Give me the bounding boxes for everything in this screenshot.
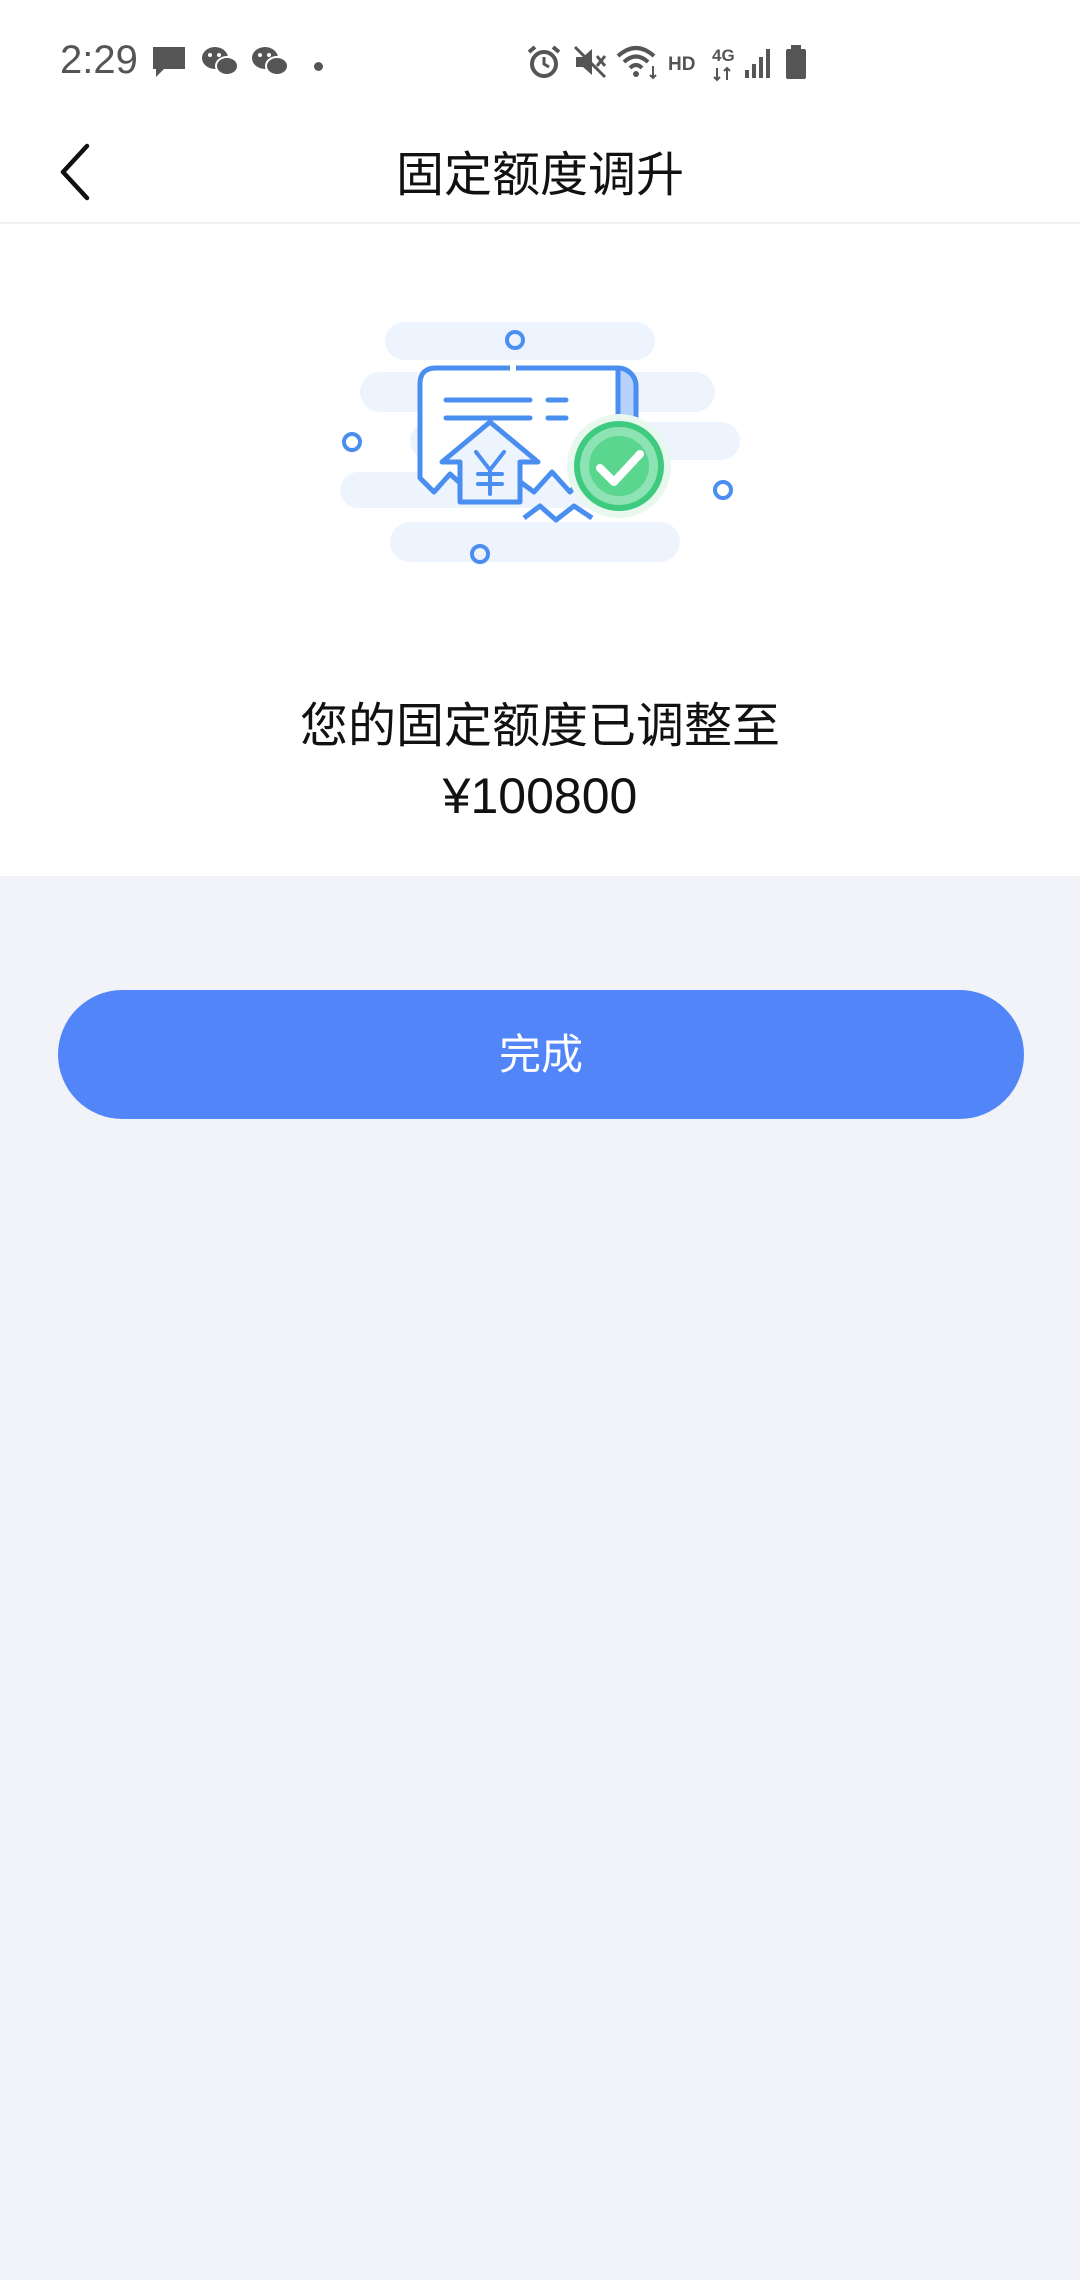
done-button[interactable]: 完成 <box>58 990 1024 1119</box>
result-message: 您的固定额度已调整至 <box>299 698 780 754</box>
wechat-icon <box>200 44 240 80</box>
network-type-label: 4G <box>712 46 735 65</box>
navigation-header: 固定额度调升 <box>0 130 1080 223</box>
alarm-icon <box>526 44 562 80</box>
battery-icon <box>784 44 808 80</box>
data-arrows-icon <box>712 66 734 82</box>
wechat-icon <box>250 44 290 80</box>
mute-icon <box>572 44 608 80</box>
result-card: 您的固定额度已调整至 ¥100800 <box>0 224 1080 876</box>
hd-label: HD <box>668 54 696 75</box>
notification-dot <box>314 62 323 71</box>
signal-icon <box>744 44 774 80</box>
screen: 2:29 HD 4G 固定额度调升 您的固定额度已调整至 ¥100800 完成 <box>0 0 1080 2280</box>
message-icon <box>150 44 188 80</box>
wifi-icon <box>616 44 660 80</box>
status-bar: 2:29 HD 4G <box>0 0 1080 130</box>
page-title: 固定额度调升 <box>395 147 684 203</box>
result-amount: ¥100800 <box>442 768 638 824</box>
status-time: 2:29 <box>60 38 138 82</box>
receipt-success-icon <box>330 322 750 572</box>
